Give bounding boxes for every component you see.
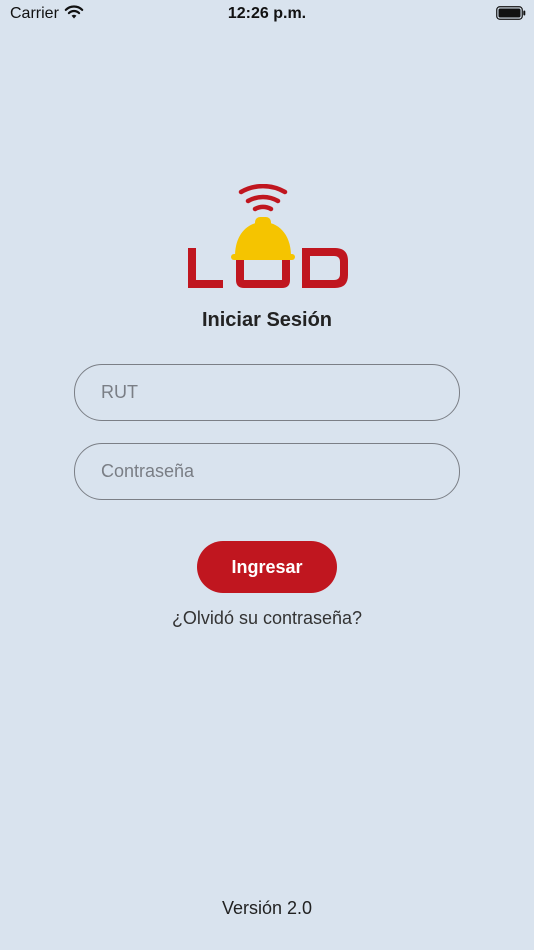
logo-signal-icon	[238, 184, 288, 212]
forgot-password-link[interactable]: ¿Olvidó su contraseña?	[0, 608, 534, 629]
password-input[interactable]	[74, 443, 460, 500]
battery-icon	[496, 6, 526, 20]
status-bar: Carrier 12:26 p.m.	[0, 0, 534, 30]
version-label: Versión 2.0	[221, 898, 313, 918]
logo-helmet-icon	[231, 217, 295, 260]
page-title: Iniciar Sesión	[201, 309, 333, 331]
status-time: 12:26 p.m.	[227, 5, 307, 22]
app-logo	[188, 184, 348, 288]
rut-input[interactable]	[74, 364, 460, 421]
login-button[interactable]: Ingresar	[197, 541, 337, 593]
